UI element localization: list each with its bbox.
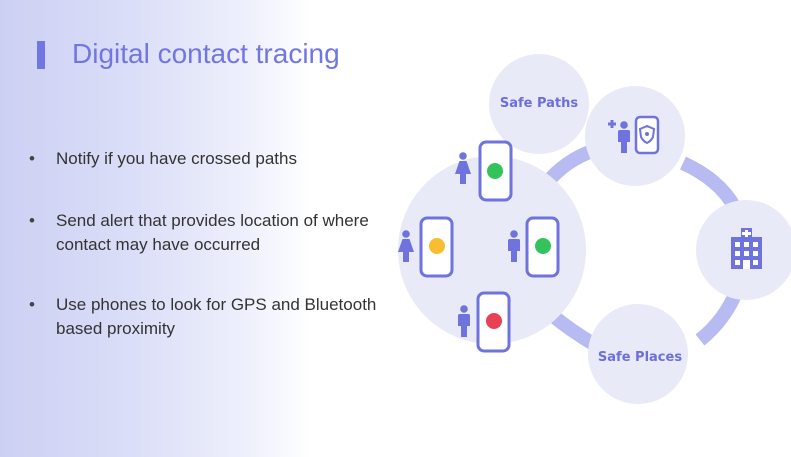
status-dot-green <box>487 163 503 179</box>
arrow-safepaths-to-hospital <box>679 156 742 212</box>
contact-tracing-diagram: Safe Paths Safe Places <box>398 54 791 404</box>
safe-paths-label: Safe Paths <box>500 96 579 111</box>
slide: Digital contact tracing Notify if you ha… <box>0 0 791 457</box>
safe-places-label: Safe Places <box>598 350 682 365</box>
status-dot-green <box>535 238 551 254</box>
arrow-safeplaces-to-contacts <box>547 309 599 352</box>
status-dot-yellow <box>429 238 445 254</box>
status-dot-red <box>486 313 502 329</box>
